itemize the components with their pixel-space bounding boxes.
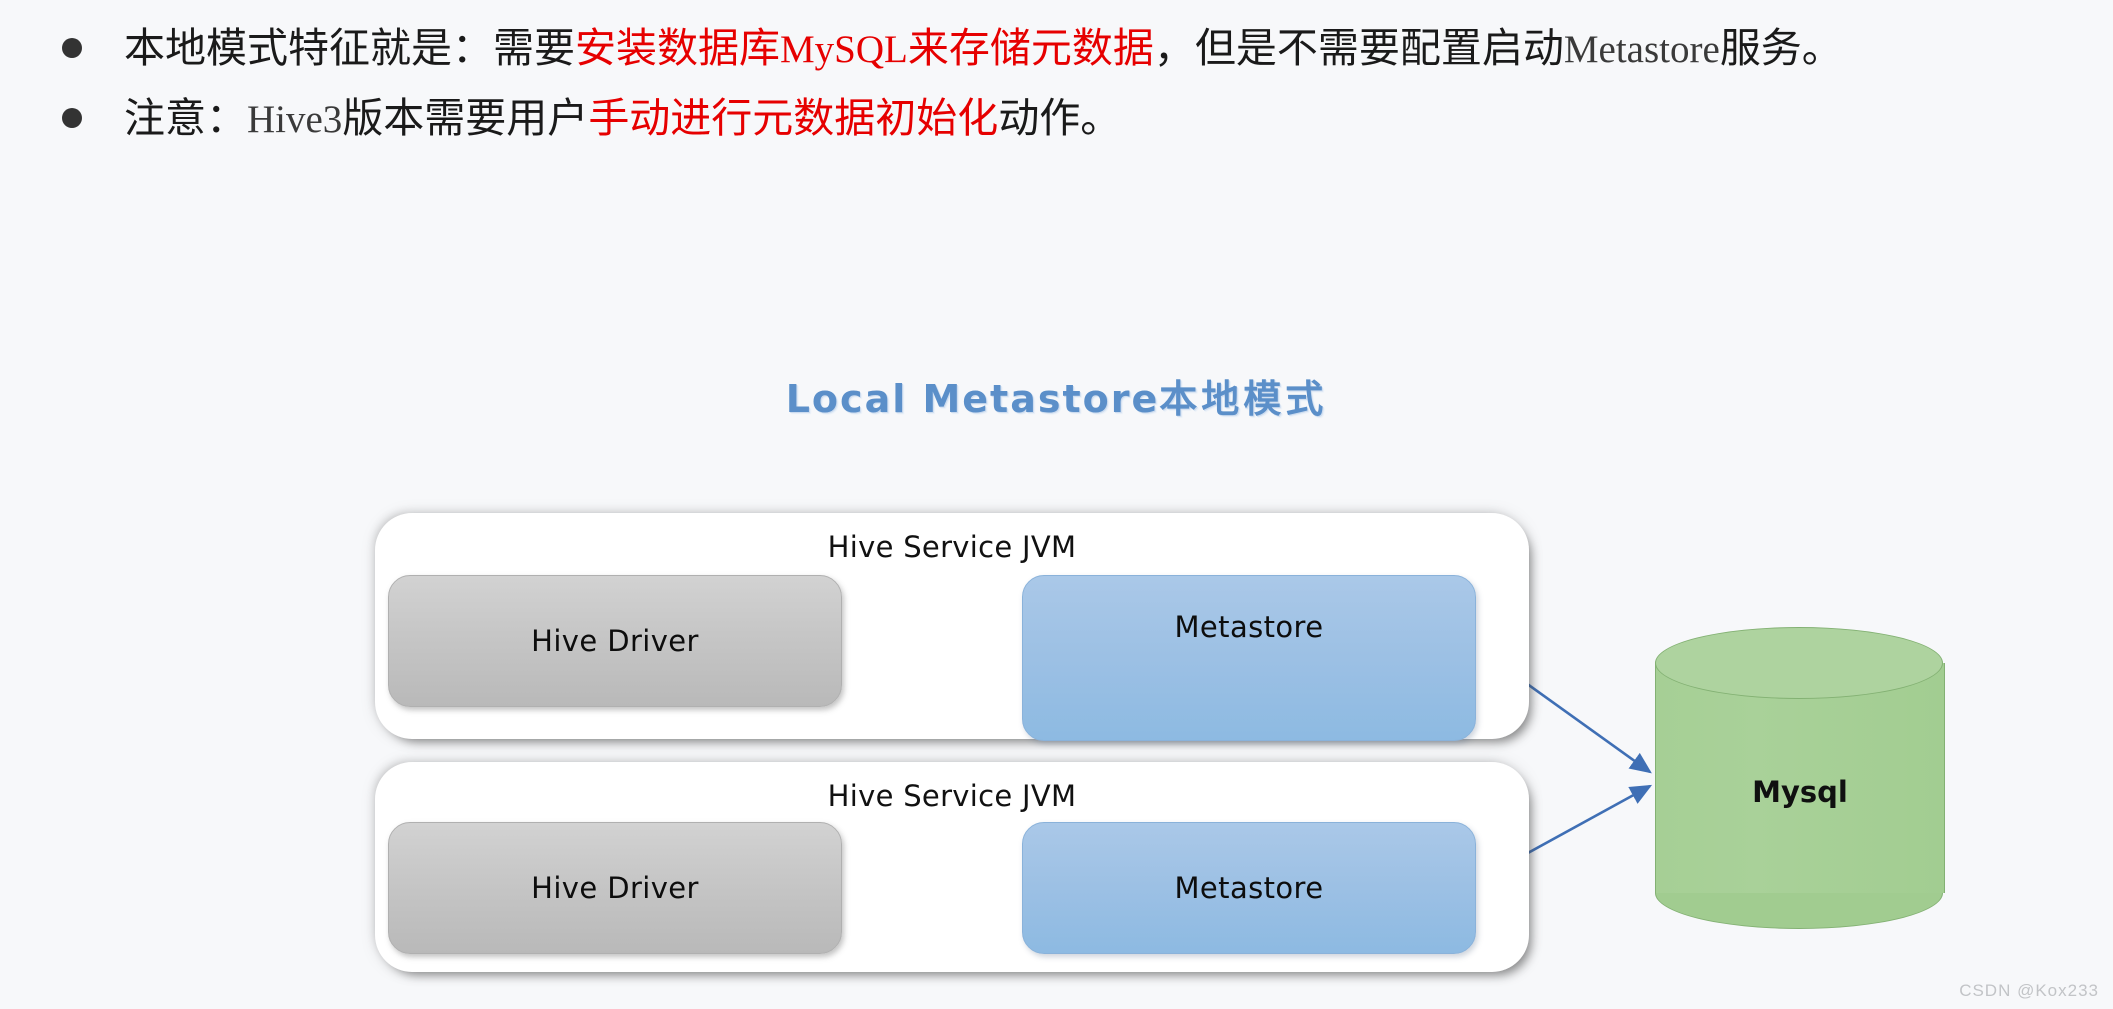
hive-driver-label-2: Hive Driver [531, 871, 699, 905]
jvm-label-1: Hive Service JVM [827, 530, 1077, 564]
metastore-label-2: Metastore [1174, 871, 1324, 905]
mysql-database-cylinder[interactable]: Mysql [1655, 627, 1945, 929]
hive-driver-label-1: Hive Driver [531, 624, 699, 658]
metastore-label-1: Metastore [1174, 610, 1324, 644]
metastore-node-1[interactable]: Metastore [1022, 575, 1476, 741]
hive-driver-node-2[interactable]: Hive Driver [388, 822, 842, 954]
watermark: CSDN @Kox233 [1959, 981, 2099, 1000]
slide-canvas: 本地模式特征就是：需要安装数据库MySQL来存储元数据，但是不需要配置启动Met… [0, 0, 2113, 1009]
metastore-node-2[interactable]: Metastore [1022, 822, 1476, 954]
mysql-label: Mysql [1752, 775, 1848, 809]
architecture-diagram: Hive Service JVM Hive Driver Metastore H… [0, 0, 2113, 1009]
jvm-label-2: Hive Service JVM [827, 779, 1077, 813]
cylinder-top-ellipse [1655, 627, 1943, 699]
hive-driver-node-1[interactable]: Hive Driver [388, 575, 842, 707]
